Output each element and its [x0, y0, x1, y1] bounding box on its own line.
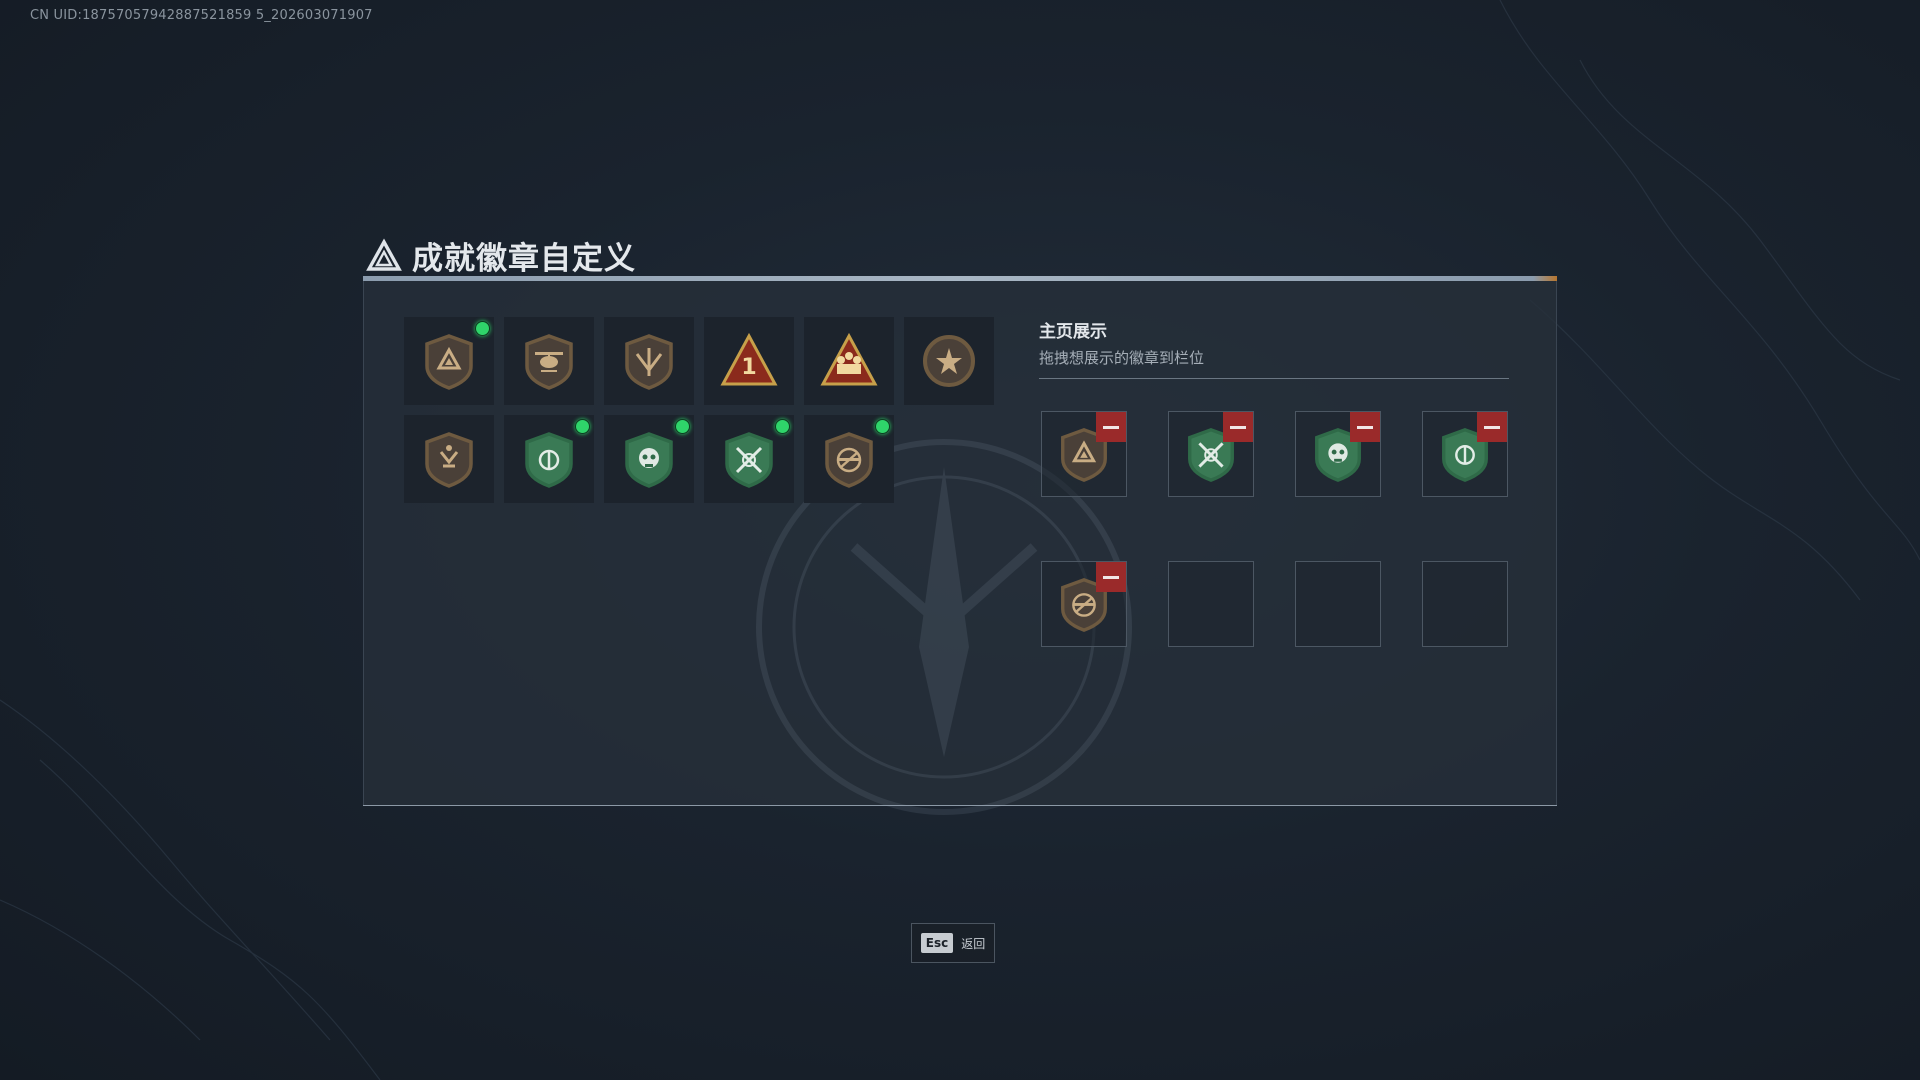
showcase-divider — [1039, 378, 1509, 379]
triangle-logo-icon — [366, 237, 402, 271]
back-label: 返回 — [961, 936, 986, 951]
showcase-slot-filled[interactable] — [1295, 411, 1381, 497]
remove-badge-button[interactable] — [1223, 412, 1253, 442]
showcase-slot-filled[interactable] — [1041, 561, 1127, 647]
homepage-showcase: 主页展示 拖拽想展示的徽章到栏位 — [1039, 317, 1509, 647]
wings-shield-badge-icon — [625, 334, 673, 390]
minus-icon — [1484, 425, 1500, 429]
uid-label: CN UID:18757057942887521859 5_2026030719… — [30, 8, 373, 23]
number-one-triangle-badge-icon: 1 — [720, 332, 778, 386]
minus-icon — [1103, 575, 1119, 579]
showcase-slot-filled[interactable] — [1422, 411, 1508, 497]
badge-item[interactable] — [504, 317, 594, 405]
green-crossed-rifles-badge-icon — [725, 432, 773, 488]
squad-triangle-badge-icon — [820, 332, 878, 386]
showcase-subtitle: 拖拽想展示的徽章到栏位 — [1039, 349, 1205, 367]
badge-item[interactable] — [804, 415, 894, 503]
badge-customization-panel: 1 主页展示 拖拽想展示的徽章到栏位 — [363, 276, 1557, 815]
badge-collection-grid: 1 — [404, 317, 994, 503]
remove-badge-button[interactable] — [1096, 562, 1126, 592]
badge-item[interactable] — [604, 317, 694, 405]
badge-item[interactable] — [704, 415, 794, 503]
badge-item[interactable] — [504, 415, 594, 503]
panel-top-bar — [363, 276, 1557, 281]
showcase-slots — [1041, 411, 1508, 647]
remove-badge-button[interactable] — [1350, 412, 1380, 442]
minus-icon — [1103, 425, 1119, 429]
showcase-slot-empty[interactable] — [1422, 561, 1508, 647]
showcase-slot-filled[interactable] — [1041, 411, 1127, 497]
page-header: 成就徽章自定义 — [366, 233, 636, 278]
showcase-title: 主页展示 — [1039, 322, 1107, 342]
equipped-indicator-icon — [775, 419, 790, 434]
badge-item[interactable] — [604, 415, 694, 503]
equipped-indicator-icon — [875, 419, 890, 434]
showcase-slot-empty[interactable] — [1168, 561, 1254, 647]
equipped-indicator-icon — [575, 419, 590, 434]
minus-icon — [1230, 425, 1246, 429]
shield-triangle-badge-icon — [425, 334, 473, 390]
badge-item[interactable] — [804, 317, 894, 405]
no-rifle-badge-icon — [825, 432, 873, 488]
green-skull-badge-icon — [625, 432, 673, 488]
badge-item[interactable] — [904, 317, 994, 405]
badge-item[interactable]: 1 — [704, 317, 794, 405]
remove-badge-button[interactable] — [1096, 412, 1126, 442]
helicopter-badge-icon — [525, 334, 573, 390]
minus-icon — [1357, 425, 1373, 429]
esc-key-icon: Esc — [920, 933, 954, 953]
equipped-indicator-icon — [675, 419, 690, 434]
badge-item[interactable] — [404, 317, 494, 405]
showcase-slot-filled[interactable] — [1168, 411, 1254, 497]
badge-item[interactable] — [404, 415, 494, 503]
star-medal-badge-icon — [923, 335, 975, 387]
back-button[interactable]: Esc 返回 — [911, 923, 995, 963]
showcase-slot-empty[interactable] — [1295, 561, 1381, 647]
remove-badge-button[interactable] — [1477, 412, 1507, 442]
svg-text:1: 1 — [741, 355, 756, 380]
eagle-shield-badge-icon — [425, 432, 473, 488]
page-title: 成就徽章自定义 — [412, 241, 636, 277]
equipped-indicator-icon — [475, 321, 490, 336]
green-crest-badge-icon — [525, 432, 573, 488]
